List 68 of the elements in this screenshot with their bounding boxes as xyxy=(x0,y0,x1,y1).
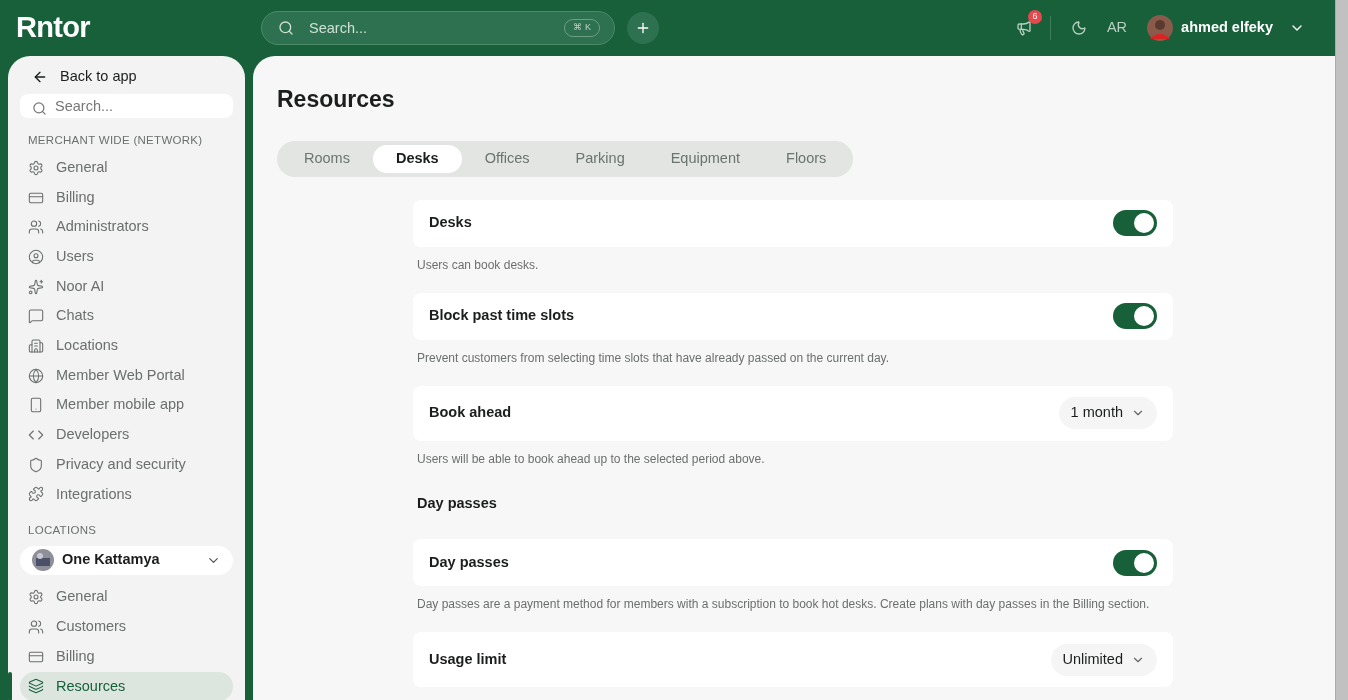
user-icon xyxy=(28,248,44,265)
sidebar-item[interactable]: Noor AI xyxy=(20,271,233,302)
toggle-switch[interactable] xyxy=(1113,210,1157,236)
setting-label: Book ahead xyxy=(429,403,513,423)
sparkles-icon xyxy=(28,278,44,295)
chat-icon xyxy=(28,308,44,325)
dropdown[interactable]: Unlimited xyxy=(1050,643,1157,676)
avatar xyxy=(1147,15,1174,41)
tab[interactable]: Offices xyxy=(461,144,553,173)
phone-icon xyxy=(28,397,44,414)
toggle-switch[interactable] xyxy=(1113,549,1157,576)
shield-icon xyxy=(28,456,44,473)
sidebar-item[interactable]: Billing xyxy=(20,182,233,213)
page-title: Resources xyxy=(277,85,396,114)
notification-count: 6 xyxy=(1027,10,1042,24)
layers-icon xyxy=(28,678,44,695)
search-icon xyxy=(32,100,47,116)
sidebar-item[interactable]: Administrators xyxy=(20,212,233,243)
sidebar-item[interactable]: Resources xyxy=(20,671,233,700)
toggle-switch[interactable] xyxy=(1113,303,1157,329)
sidebar-item[interactable]: Member Web Portal xyxy=(20,360,233,391)
dropdown[interactable]: 1 month xyxy=(1058,397,1157,429)
setting-label: Desks xyxy=(429,213,473,233)
megaphone-icon xyxy=(1015,20,1032,36)
settings-icon xyxy=(28,589,44,606)
add-button[interactable] xyxy=(627,12,659,44)
building-icon xyxy=(28,337,44,354)
back-link[interactable]: Back to app xyxy=(20,66,233,88)
sidebar-item[interactable]: Integrations xyxy=(20,479,233,510)
user-menu[interactable]: ahmed elfeky xyxy=(1147,15,1305,41)
users-icon xyxy=(28,219,44,236)
sidebar-item[interactable]: Users xyxy=(20,242,233,272)
tab[interactable]: Desks xyxy=(372,144,462,173)
section-heading: MERCHANT WIDE (NETWORK) xyxy=(27,132,204,148)
setting-label: Block past time slots xyxy=(429,306,576,326)
setting-description: Prevent customers from selecting time slots that have already passed on the current day. xyxy=(416,349,890,367)
settings-icon xyxy=(28,159,44,176)
tab[interactable]: Equipment xyxy=(647,144,764,173)
setting-description: Users will be able to book ahead up to the selected period above. xyxy=(416,450,766,468)
dark-mode-icon[interactable] xyxy=(1070,20,1087,36)
setting-label: Usage limit xyxy=(429,649,508,669)
sidebar-item[interactable]: Locations xyxy=(20,331,233,361)
tab[interactable]: Floors xyxy=(763,144,850,173)
puzzle-icon xyxy=(28,486,44,503)
sidebar-item[interactable]: Customers xyxy=(20,612,233,642)
search-icon xyxy=(278,20,294,36)
sidebar-item[interactable]: Billing xyxy=(20,641,233,672)
logo: Rntor xyxy=(16,10,91,46)
section-heading: LOCATIONS xyxy=(27,523,98,539)
section-heading: Day passes xyxy=(416,493,498,513)
plus-icon xyxy=(635,20,651,36)
sidebar-item[interactable]: Privacy and security xyxy=(20,449,233,480)
language-button[interactable]: AR xyxy=(1106,17,1128,39)
sidebar-item[interactable]: Member mobile app xyxy=(20,390,233,421)
globe-icon xyxy=(28,367,44,384)
users-icon xyxy=(28,619,44,636)
sidebar-search-field[interactable]: Search... xyxy=(20,93,233,118)
sidebar-item[interactable]: General xyxy=(20,582,233,613)
sidebar-item[interactable]: Developers xyxy=(20,420,233,450)
location-selector[interactable]: One Kattamya xyxy=(20,545,233,575)
tab[interactable]: Rooms xyxy=(281,144,373,173)
setting-label: Day passes xyxy=(429,552,510,572)
tab[interactable]: Parking xyxy=(552,144,648,173)
scrollbar[interactable] xyxy=(1335,0,1348,700)
setting-description: Day passes are a payment method for members with a subscription to book hot desks. Create plans with day passes in the Billing section. xyxy=(416,596,1151,614)
sidebar-item[interactable]: General xyxy=(20,153,233,183)
setting-description: Users can book desks. xyxy=(416,256,540,274)
sidebar-item[interactable]: Chats xyxy=(20,301,233,332)
